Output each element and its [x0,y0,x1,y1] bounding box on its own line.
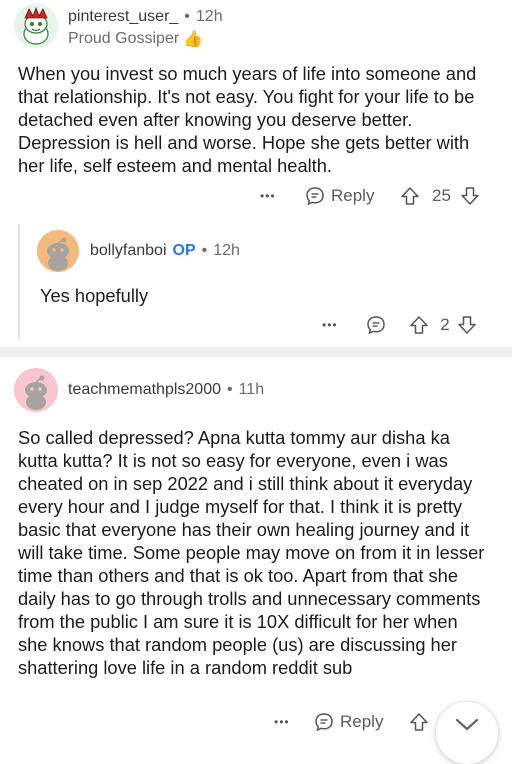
snoo-avatar-icon [14,368,58,412]
more-icon[interactable]: ••• [260,189,288,203]
reply-button[interactable]: Reply [314,712,383,732]
thumbs-up-icon: 👍 [183,31,204,48]
reply-bubble-icon [315,713,333,732]
separator-dot: • [226,381,233,398]
upvote-icon[interactable] [409,315,429,335]
timestamp: 12h [213,242,240,259]
reply-label: Reply [340,712,384,731]
collapse-button[interactable] [436,702,498,764]
downvote-icon[interactable] [457,315,477,335]
comment-header: teachmemathpls2000 • 11h [68,381,264,399]
username[interactable]: pinterest_user_ [68,8,178,26]
avatar[interactable] [14,368,58,412]
comment-header: bollyfanboi OP • 12h [90,242,240,260]
op-badge: OP [172,242,196,259]
more-icon[interactable]: ••• [322,318,350,332]
timestamp: 12h [195,8,223,25]
collapse-chevron-icon [455,718,479,731]
more-icon[interactable]: ••• [274,715,302,729]
comment-body: So called depressed? Apna kutta tommy au… [18,427,485,678]
vote-score: 2 [440,315,450,334]
comment-body: Yes hopefully [40,285,149,306]
flair-text: Proud Gossiper [68,30,180,47]
snoo-avatar-icon [37,230,79,272]
thread-separator [0,347,512,357]
reply-button[interactable]: Reply [305,186,374,206]
timestamp: 11h [238,381,265,398]
user-flair: Proud Gossiper 👍 [68,29,203,49]
reply-label: Reply [331,186,375,205]
comment-actions: ••• Reply 25 [260,184,480,208]
separator-dot: • [201,242,208,259]
avatar[interactable] [37,230,79,272]
username[interactable]: teachmemathpls2000 [68,381,221,399]
comment-body: When you invest so much years of life in… [18,63,477,176]
snoo-avatar-icon [14,4,58,48]
username[interactable]: bollyfanboi [90,242,167,260]
avatar[interactable] [14,4,58,48]
reply-bubble-icon[interactable] [366,315,386,335]
downvote-icon[interactable] [460,186,480,206]
comment-header: pinterest_user_ • 12h [68,8,223,26]
comment-actions: ••• Reply [274,710,429,734]
upvote-icon[interactable] [400,186,420,206]
separator-dot: • [184,8,190,25]
upvote-icon[interactable] [409,712,429,732]
reply-bubble-icon [306,187,324,206]
vote-score: 25 [432,186,451,205]
thread-line[interactable] [18,224,20,340]
comment-actions: ••• 2 [322,313,477,337]
